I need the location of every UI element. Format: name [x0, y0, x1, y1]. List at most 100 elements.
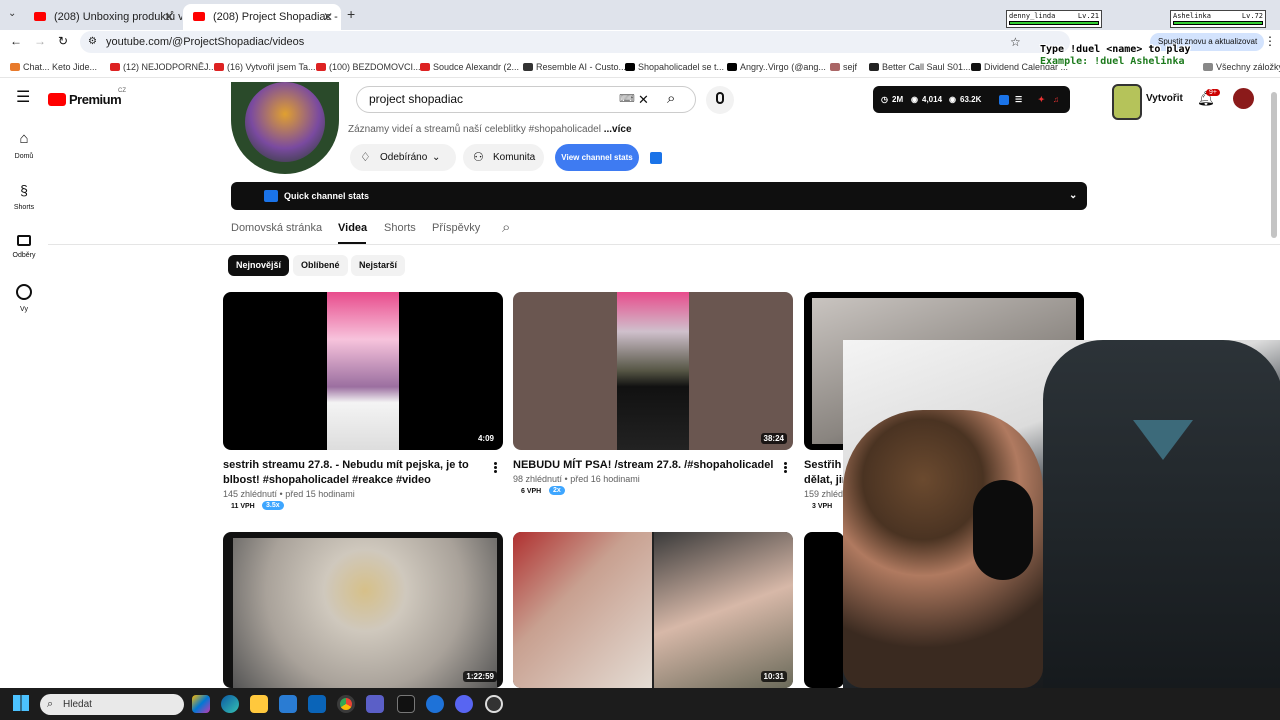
tabs-divider	[48, 244, 1280, 245]
player-level: Lv.21	[1077, 12, 1099, 20]
mail-icon[interactable]	[308, 695, 326, 713]
search-value: project shopadiac	[369, 92, 464, 106]
search-input[interactable]: project shopadiac ⌨ ✕ ⌕	[356, 86, 696, 113]
windows-start-icon[interactable]	[13, 695, 29, 711]
iq-icon[interactable]	[650, 152, 662, 164]
obs-icon[interactable]	[485, 695, 503, 713]
bookmark-item[interactable]: (16) Vytvořil jsem Ta...	[214, 60, 316, 74]
eye-icon: ◉	[949, 95, 956, 104]
url-input[interactable]: ⚙ youtube.com/@ProjectShopadiac/videos ☆	[80, 31, 1070, 53]
gaming-chair	[1043, 340, 1280, 688]
video-thumbnail[interactable]: 38:24	[513, 292, 793, 450]
bookmark-item[interactable]: Better Call Saul S01...	[869, 60, 971, 74]
chrome-icon[interactable]	[337, 695, 355, 713]
store-icon[interactable]	[279, 695, 297, 713]
file-explorer-icon[interactable]	[250, 695, 268, 713]
back-icon[interactable]: ←	[10, 34, 22, 48]
bluetooth-icon[interactable]	[426, 695, 444, 713]
video-thumbnail[interactable]: 4:09	[223, 292, 503, 450]
site-info-icon[interactable]: ⚙	[88, 31, 97, 53]
sidebar-item-subscriptions[interactable]: Odběry	[0, 233, 48, 259]
tab-list-icon[interactable]: ⌄	[8, 8, 16, 19]
sidebar-label: Vy	[20, 306, 28, 313]
new-tab-icon[interactable]: +	[347, 6, 355, 22]
video-title[interactable]: Sestřih v	[804, 458, 844, 473]
bell-icon[interactable]: ♫	[1053, 86, 1059, 113]
chip-newest[interactable]: Nejnovější	[228, 255, 290, 276]
vph-badge: 11 VPH	[231, 503, 255, 510]
edge-icon[interactable]	[221, 695, 239, 713]
bookmark-item[interactable]: Shopaholicadel se t...	[625, 60, 724, 74]
tab-title: (208) Project Shopadiac - YouTu	[213, 11, 341, 23]
bookmark-item[interactable]: Soudce Alexandr (2...	[420, 60, 519, 74]
all-bookmarks[interactable]: Všechny záložky	[1203, 60, 1280, 74]
view-channel-stats-button[interactable]: View channel stats	[555, 144, 639, 171]
list-icon[interactable]: ☰	[1015, 86, 1022, 113]
subscribed-button[interactable]: ♢ Odebíráno ⌄	[350, 144, 456, 171]
close-tab-icon[interactable]: ✕	[323, 4, 333, 30]
player-name: Ashelinka	[1173, 12, 1211, 20]
video-title[interactable]: sestrih streamu 27.8. - Nebudu mít pejsk…	[223, 458, 487, 488]
account-avatar[interactable]	[1233, 88, 1254, 109]
tab-posts[interactable]: Příspěvky	[432, 222, 480, 234]
tab-videos[interactable]: Videa	[338, 222, 367, 234]
taskbar-search-input[interactable]: ⌕ Hledat	[40, 694, 184, 715]
bookmark-item[interactable]: Chat... Keto Jide...	[10, 60, 97, 74]
browser-tab-1[interactable]: (208) Unboxing produktů ve sp ✕	[24, 4, 182, 30]
video-meta: 145 zhlédnutí • před 15 hodinami	[223, 489, 355, 499]
bookmark-item[interactable]: Resemble AI - Custo...	[523, 60, 626, 74]
shorts-icon: §	[20, 182, 28, 198]
voice-search-button[interactable]	[706, 86, 734, 114]
search-icon[interactable]: ⌕	[667, 86, 675, 111]
player-name: denny_linda	[1009, 12, 1056, 20]
more-link[interactable]: ...více	[604, 124, 632, 135]
copilot-icon[interactable]	[192, 695, 210, 713]
bookmark-item[interactable]: (100) BEZDOMOVCI...	[316, 60, 421, 74]
bookmark-star-icon[interactable]: ☆	[1010, 31, 1021, 53]
quick-channel-stats-bar[interactable]: Quick channel stats ⌄	[231, 182, 1087, 210]
browser-tab-2[interactable]: (208) Project Shopadiac - YouTu ✕	[183, 4, 341, 30]
video-menu-icon[interactable]	[494, 462, 497, 473]
bookmark-item[interactable]: (12) NEJODPORNĚJ...	[110, 60, 216, 74]
clear-search-icon[interactable]: ✕	[638, 87, 649, 112]
video-thumbnail[interactable]	[804, 532, 844, 688]
hamburger-menu-icon[interactable]: ☰	[16, 90, 30, 106]
video-thumbnail[interactable]: 10:31	[513, 532, 793, 688]
youtube-play-icon	[48, 93, 66, 106]
channel-search-icon[interactable]: ⌕	[502, 219, 510, 236]
reload-icon[interactable]: ↻	[58, 34, 68, 48]
sidebar-item-you[interactable]: Vy	[0, 284, 48, 313]
bell-off-icon[interactable]: ✦	[1038, 86, 1045, 113]
channel-avatar[interactable]	[231, 82, 339, 174]
bookmark-item[interactable]: sejf	[830, 60, 857, 74]
page-scrollbar[interactable]	[1271, 92, 1277, 238]
video-thumbnail[interactable]: 1:22:59	[223, 532, 503, 688]
community-button[interactable]: ⚇ Komunita	[463, 144, 544, 171]
search-icon: ⌕	[47, 698, 54, 710]
bookmark-item[interactable]: Angry..Virgo (@ang...	[727, 60, 826, 74]
tab-shorts[interactable]: Shorts	[384, 222, 416, 234]
close-tab-icon[interactable]: ✕	[164, 4, 174, 30]
keyboard-icon[interactable]: ⌨	[619, 87, 635, 112]
sidebar-item-shorts[interactable]: § Shorts	[0, 182, 48, 211]
sidebar-item-home[interactable]: ⌂ Domů	[0, 131, 48, 161]
chip-oldest[interactable]: Nejstarší	[351, 255, 406, 276]
youtube-favicon-icon	[193, 12, 205, 21]
menu-dots-icon[interactable]: ⋮	[1264, 34, 1276, 48]
thumbnail-left-frame	[513, 532, 652, 688]
video-menu-icon[interactable]	[784, 462, 787, 473]
tab-home[interactable]: Domovská stránka	[231, 222, 322, 234]
headphones	[973, 480, 1033, 580]
create-label[interactable]: Vytvořit	[1146, 93, 1183, 104]
forward-icon[interactable]: →	[34, 34, 46, 48]
video-title[interactable]: NEBUDU MÍT PSA! /stream 27.8. /#shopahol…	[513, 458, 777, 473]
capcut-icon[interactable]	[397, 695, 415, 713]
tab-title: (208) Unboxing produktů ve sp	[54, 11, 182, 23]
logo-text: Premium	[69, 92, 122, 107]
discord-icon[interactable]	[455, 695, 473, 713]
sidebar-label: Shorts	[13, 204, 35, 211]
quick-stats-label: Quick channel stats	[284, 191, 370, 201]
chip-popular[interactable]: Oblíbené	[293, 255, 348, 276]
iq-icon[interactable]	[999, 95, 1009, 105]
teams-icon[interactable]	[366, 695, 384, 713]
